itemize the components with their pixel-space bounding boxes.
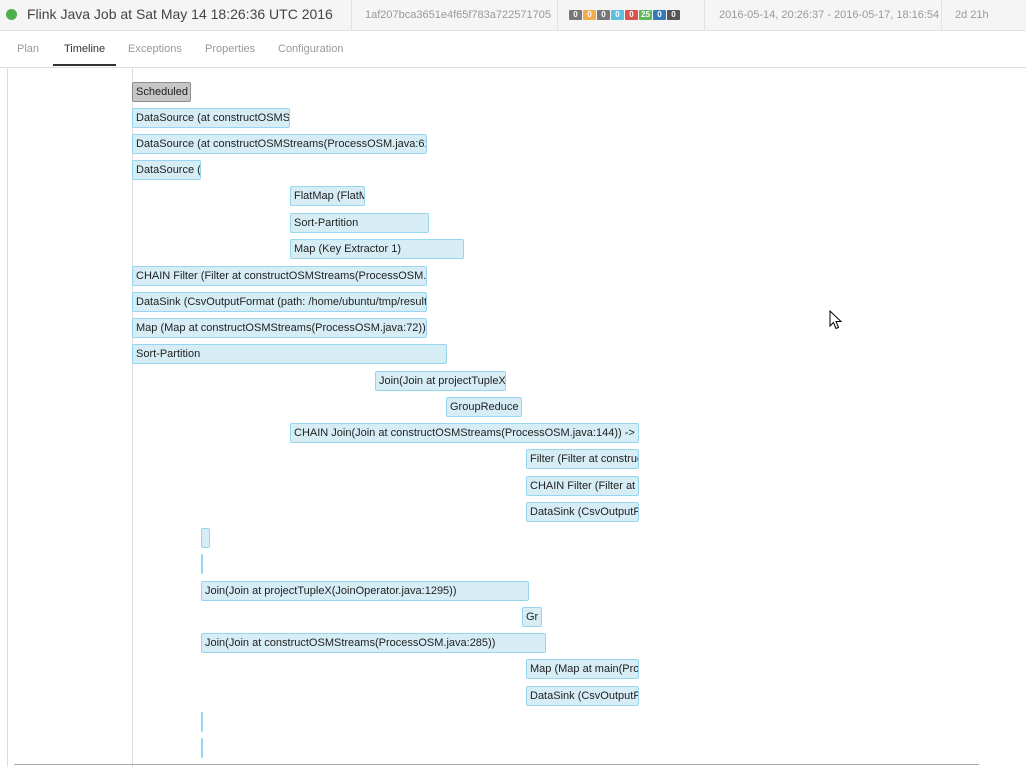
timeline-item[interactable]: DataSource ( <box>132 160 201 180</box>
task-status-counts: 0 0 0 0 0 25 0 0 <box>569 10 680 20</box>
timeline-item-scheduled[interactable]: Scheduled <box>132 82 191 102</box>
header-divider <box>557 0 558 30</box>
status-badge: 25 <box>639 10 652 20</box>
status-badge: 0 <box>597 10 610 20</box>
timeline-item[interactable]: DataSource (at constructOSMStreams(Proce… <box>132 134 427 154</box>
timeline-item[interactable]: CHAIN Join(Join at constructOSMStreams(P… <box>290 423 639 443</box>
timeline-item[interactable]: GroupReduce <box>446 397 522 417</box>
job-id: 1af207bca3651e4f65f783a722571705 <box>365 9 551 21</box>
job-header: Flink Java Job at Sat May 14 18:26:36 UT… <box>0 0 1026 31</box>
header-divider <box>351 0 352 30</box>
timeline-item[interactable] <box>201 738 203 758</box>
mouse-cursor-icon <box>829 310 843 330</box>
status-badge: 0 <box>625 10 638 20</box>
timeline-scrollbar[interactable] <box>14 764 979 765</box>
tab-configuration[interactable]: Configuration <box>278 31 343 66</box>
job-time-range: 2016-05-14, 20:26:37 - 2016-05-17, 18:16… <box>719 9 940 21</box>
timeline-item[interactable]: CHAIN Filter (Filter at c <box>526 476 639 496</box>
timeline-left-border <box>7 68 8 767</box>
timeline-item[interactable]: Filter (Filter at construc <box>526 449 639 469</box>
timeline-item[interactable]: Join(Join at projectTupleX(JoinOperator.… <box>201 581 529 601</box>
timeline-item[interactable] <box>201 712 203 732</box>
timeline-item[interactable]: Join(Join at constructOSMStreams(Process… <box>201 633 546 653</box>
timeline-item[interactable]: Sort-Partition <box>132 344 447 364</box>
header-divider <box>941 0 942 30</box>
status-badge: 0 <box>667 10 680 20</box>
timeline-item[interactable]: Join(Join at projectTupleX( <box>375 371 506 391</box>
job-tabs: Plan Timeline Exceptions Properties Conf… <box>0 31 1026 68</box>
header-divider <box>704 0 705 30</box>
timeline-panel[interactable]: Scheduled DataSource (at constructOSMSt … <box>0 68 1026 767</box>
status-badge: 0 <box>583 10 596 20</box>
status-badge: 0 <box>569 10 582 20</box>
timeline-item[interactable]: FlatMap (FlatM <box>290 186 365 206</box>
tab-properties[interactable]: Properties <box>205 31 255 66</box>
job-duration: 2d 21h <box>955 9 989 21</box>
timeline-item[interactable] <box>201 554 203 574</box>
timeline-item[interactable]: DataSource (at constructOSMSt <box>132 108 290 128</box>
timeline-item[interactable]: CHAIN Filter (Filter at constructOSMStre… <box>132 266 427 286</box>
timeline-item[interactable]: Map (Key Extractor 1) <box>290 239 464 259</box>
tab-timeline[interactable]: Timeline <box>53 31 117 66</box>
timeline-item[interactable] <box>201 528 210 548</box>
status-badge: 0 <box>611 10 624 20</box>
timeline-item[interactable]: DataSink (CsvOutputF <box>526 502 639 522</box>
timeline-item[interactable]: Gr <box>522 607 542 627</box>
timeline-item[interactable]: Sort-Partition <box>290 213 429 233</box>
timeline-item[interactable]: DataSink (CsvOutputF <box>526 686 639 706</box>
tab-plan[interactable]: Plan <box>17 31 39 66</box>
timeline-item[interactable]: Map (Map at main(Pro <box>526 659 639 679</box>
status-badge: 0 <box>653 10 666 20</box>
timeline-item[interactable]: DataSink (CsvOutputFormat (path: /home/u… <box>132 292 427 312</box>
job-title: Flink Java Job at Sat May 14 18:26:36 UT… <box>27 6 333 22</box>
timeline-item[interactable]: Map (Map at constructOSMStreams(ProcessO… <box>132 318 427 338</box>
status-indicator-icon <box>6 9 17 20</box>
tab-exceptions[interactable]: Exceptions <box>128 31 182 66</box>
